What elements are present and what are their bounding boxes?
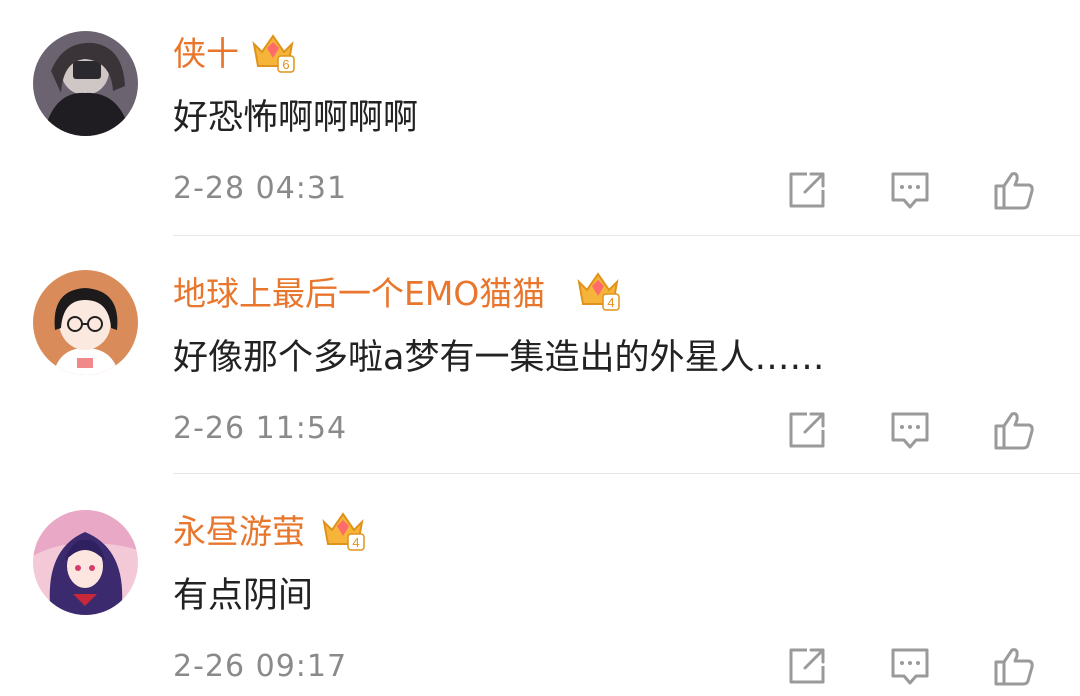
reply-icon[interactable]	[888, 644, 932, 688]
reply-icon[interactable]	[888, 168, 932, 212]
share-icon[interactable]	[785, 168, 829, 212]
comment-text: 好恐怖啊啊啊啊	[173, 98, 419, 138]
like-icon[interactable]	[992, 168, 1036, 212]
avatar[interactable]	[33, 270, 138, 375]
timestamp: 2-28 04:31	[173, 171, 348, 206]
username[interactable]: 侠十	[173, 34, 239, 74]
crown-badge-icon: 4	[320, 508, 366, 552]
username[interactable]: 地球上最后一个EMO猫猫	[173, 274, 545, 314]
share-icon[interactable]	[785, 644, 829, 688]
crown-badge-icon: 6	[250, 30, 296, 74]
comment-text: 好像那个多啦a梦有一集造出的外星人……	[173, 338, 825, 378]
timestamp: 2-26 11:54	[173, 411, 348, 446]
avatar[interactable]	[33, 31, 138, 136]
avatar[interactable]	[33, 510, 138, 615]
comment-text: 有点阴间	[173, 576, 314, 616]
reply-icon[interactable]	[888, 408, 932, 452]
username[interactable]: 永昼游萤	[173, 512, 305, 552]
timestamp: 2-26 09:17	[173, 649, 348, 684]
comment-item: 地球上最后一个EMO猫猫 4 好像那个多啦a梦有一集造出的外星人…… 2-26 …	[0, 236, 1080, 474]
comment-item: 永昼游萤 4 有点阴间 2-26 09:17	[0, 474, 1080, 696]
comment-item: 侠十 6 好恐怖啊啊啊啊 2-28 04:31	[0, 0, 1080, 236]
badge-level: 4	[352, 535, 359, 550]
share-icon[interactable]	[785, 408, 829, 452]
badge-level: 4	[607, 295, 614, 310]
crown-badge-icon: 4	[575, 268, 621, 312]
badge-level: 6	[282, 57, 289, 72]
like-icon[interactable]	[992, 644, 1036, 688]
like-icon[interactable]	[992, 408, 1036, 452]
